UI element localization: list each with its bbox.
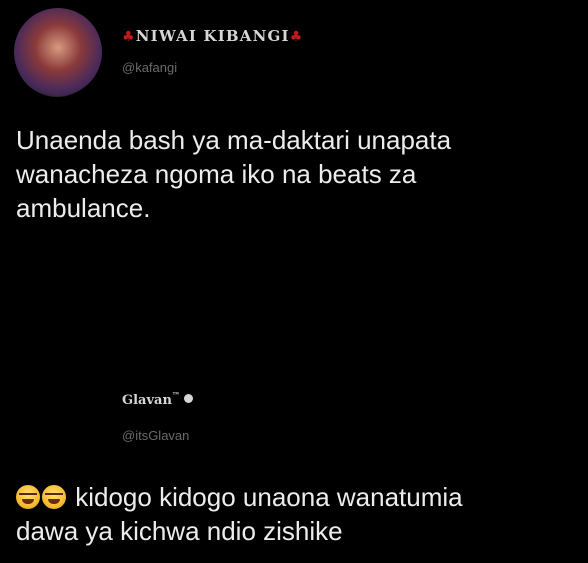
display-name-text: Glavan — [122, 393, 172, 408]
face-with-tears-of-joy-icon — [16, 485, 40, 509]
verified-dot-icon — [183, 394, 193, 403]
tweet-text: Unaenda bash ya ma-daktari unapata wanac… — [16, 125, 452, 223]
maple-leaf-icon: ♣ — [122, 29, 136, 45]
display-name[interactable]: Glavan™ — [122, 390, 193, 408]
face-with-tears-of-joy-icon — [42, 485, 66, 509]
tweet-text: kidogo kidogo unaona wanatumia dawa ya k… — [16, 481, 586, 549]
tweet-text-body: kidogo kidogo unaona wanatumia dawa ya k… — [16, 482, 463, 546]
trademark-symbol: ™ — [171, 390, 180, 400]
maple-leaf-icon: ♣ — [289, 29, 304, 45]
avatar[interactable] — [14, 8, 102, 96]
user-handle[interactable]: @kafangi — [122, 60, 177, 75]
user-handle[interactable]: @itsGlavan — [122, 428, 189, 443]
display-name[interactable]: ♣NIWAI KIBANGI♣ — [122, 27, 304, 45]
display-name-text: NIWAI KIBANGI — [135, 27, 290, 45]
